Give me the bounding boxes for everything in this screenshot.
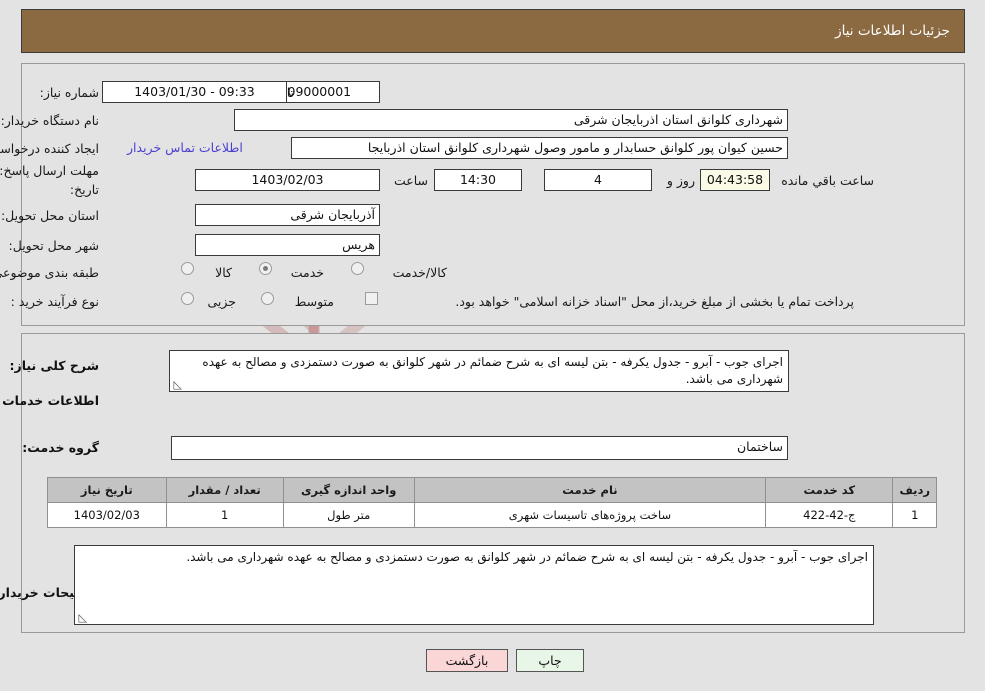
province-value: آذربایجان شرقی (196, 204, 381, 226)
category-label: طبقه بندی موضوعی: (0, 265, 100, 280)
table-row[interactable]: 1 ج-42-422 ساخت پروژه‌های تاسیسات شهری م… (48, 502, 938, 528)
col-header-row: ردیف (893, 477, 938, 503)
announce-datetime-value: 09:33 - 1403/01/30 (103, 81, 288, 103)
process-label: نوع فرآیند خرید : (11, 294, 100, 309)
radio-category-kala-khedmat[interactable] (352, 262, 365, 275)
general-desc-value: اجرای جوب - آبرو - جدول یکرفه - بتن لیسه… (203, 355, 784, 386)
category-option-label-0: کالا (216, 265, 233, 280)
col-header-name: نام خدمت (414, 477, 768, 503)
radio-category-kala[interactable] (182, 262, 195, 275)
general-desc-textarea[interactable]: اجرای جوب - آبرو - جدول یکرفه - بتن لیسه… (170, 350, 790, 392)
process-option-label-1: متوسط (295, 294, 335, 309)
deadline-label-line1: مهلت ارسال پاسخ: تا (0, 163, 100, 178)
radio-category-khedmat[interactable] (260, 262, 273, 275)
deadline-label-line2: تاریخ: (70, 182, 100, 197)
col-header-qty: تعداد / مقدار (166, 477, 285, 503)
resize-grip-icon[interactable]: ◺ (78, 612, 88, 623)
service-group-label: گروه خدمت: (23, 440, 100, 455)
buyer-org-label: نام دستگاه خریدار: (1, 113, 100, 128)
service-group-value: ساختمان (172, 436, 789, 460)
cell-unit: متر طول (283, 502, 416, 528)
days-label: روز و (667, 173, 696, 188)
table-header-row: ردیف کد خدمت نام خدمت واحد اندازه گیری ت… (48, 477, 938, 503)
creator-label: ایجاد کننده درخواست: (0, 141, 100, 156)
need-number-label: شماره نیاز: (40, 85, 100, 100)
general-desc-label: شرح کلی نیاز: (10, 358, 100, 373)
city-value: هریس (196, 234, 381, 256)
deadline-date-value: 1403/02/03 (196, 169, 381, 191)
buyer-contact-link[interactable]: اطلاعات تماس خریدار (128, 140, 244, 155)
buyer-notes-value: اجرای جوب - آبرو - جدول یکرفه - بتن لیسه… (187, 550, 869, 564)
radio-process-motevaset[interactable] (262, 292, 275, 305)
checkbox-treasury-docs[interactable] (366, 292, 379, 305)
category-option-label-1: خدمت (291, 265, 325, 280)
buyer-notes-textarea[interactable]: اجرای جوب - آبرو - جدول یکرفه - بتن لیسه… (75, 545, 875, 625)
treasury-note-label: پرداخت تمام یا بخشی از مبلغ خرید،از محل … (456, 294, 855, 309)
cell-row: 1 (893, 502, 938, 528)
page-root: AriaTender.net جزئیات اطلاعات نیاز شماره… (0, 0, 985, 691)
back-button[interactable]: بازگشت (427, 649, 509, 672)
buyer-org-value: شهرداری کلوانق استان اذربایجان شرقی (235, 109, 789, 131)
city-label: شهر محل تحویل: (9, 238, 100, 253)
province-label: استان محل تحویل: (1, 208, 100, 223)
col-header-unit: واحد اندازه گیری (283, 477, 416, 503)
col-header-date: تاریخ نیاز (48, 477, 168, 503)
days-remaining-value: 4 (545, 169, 653, 191)
hour-label: ساعت (394, 173, 429, 188)
cell-date: 1403/02/03 (48, 502, 168, 528)
services-table: ردیف کد خدمت نام خدمت واحد اندازه گیری ت… (48, 477, 938, 528)
process-option-label-0: جزیی (208, 294, 237, 309)
print-button[interactable]: چاپ (517, 649, 585, 672)
cell-name: ساخت پروژه‌های تاسیسات شهری (414, 502, 768, 528)
cell-qty: 1 (166, 502, 285, 528)
category-option-label-2: کالا/خدمت (393, 265, 448, 280)
creator-value: حسین کیوان پور کلوانق حسابدار و مامور وص… (292, 137, 789, 159)
services-heading: اطلاعات خدمات مورد نیاز (0, 393, 100, 408)
deadline-time-value: 14:30 (435, 169, 523, 191)
page-title: جزئیات اطلاعات نیاز (836, 23, 951, 39)
cell-code: ج-42-422 (766, 502, 895, 528)
countdown-timer-value: 04:43:58 (701, 169, 771, 191)
resize-grip-icon[interactable]: ◺ (173, 379, 183, 390)
col-header-code: کد خدمت (766, 477, 895, 503)
page-header: جزئیات اطلاعات نیاز (22, 9, 966, 53)
radio-process-jozei[interactable] (182, 292, 195, 305)
countdown-label: ساعت باقي مانده (782, 173, 875, 188)
